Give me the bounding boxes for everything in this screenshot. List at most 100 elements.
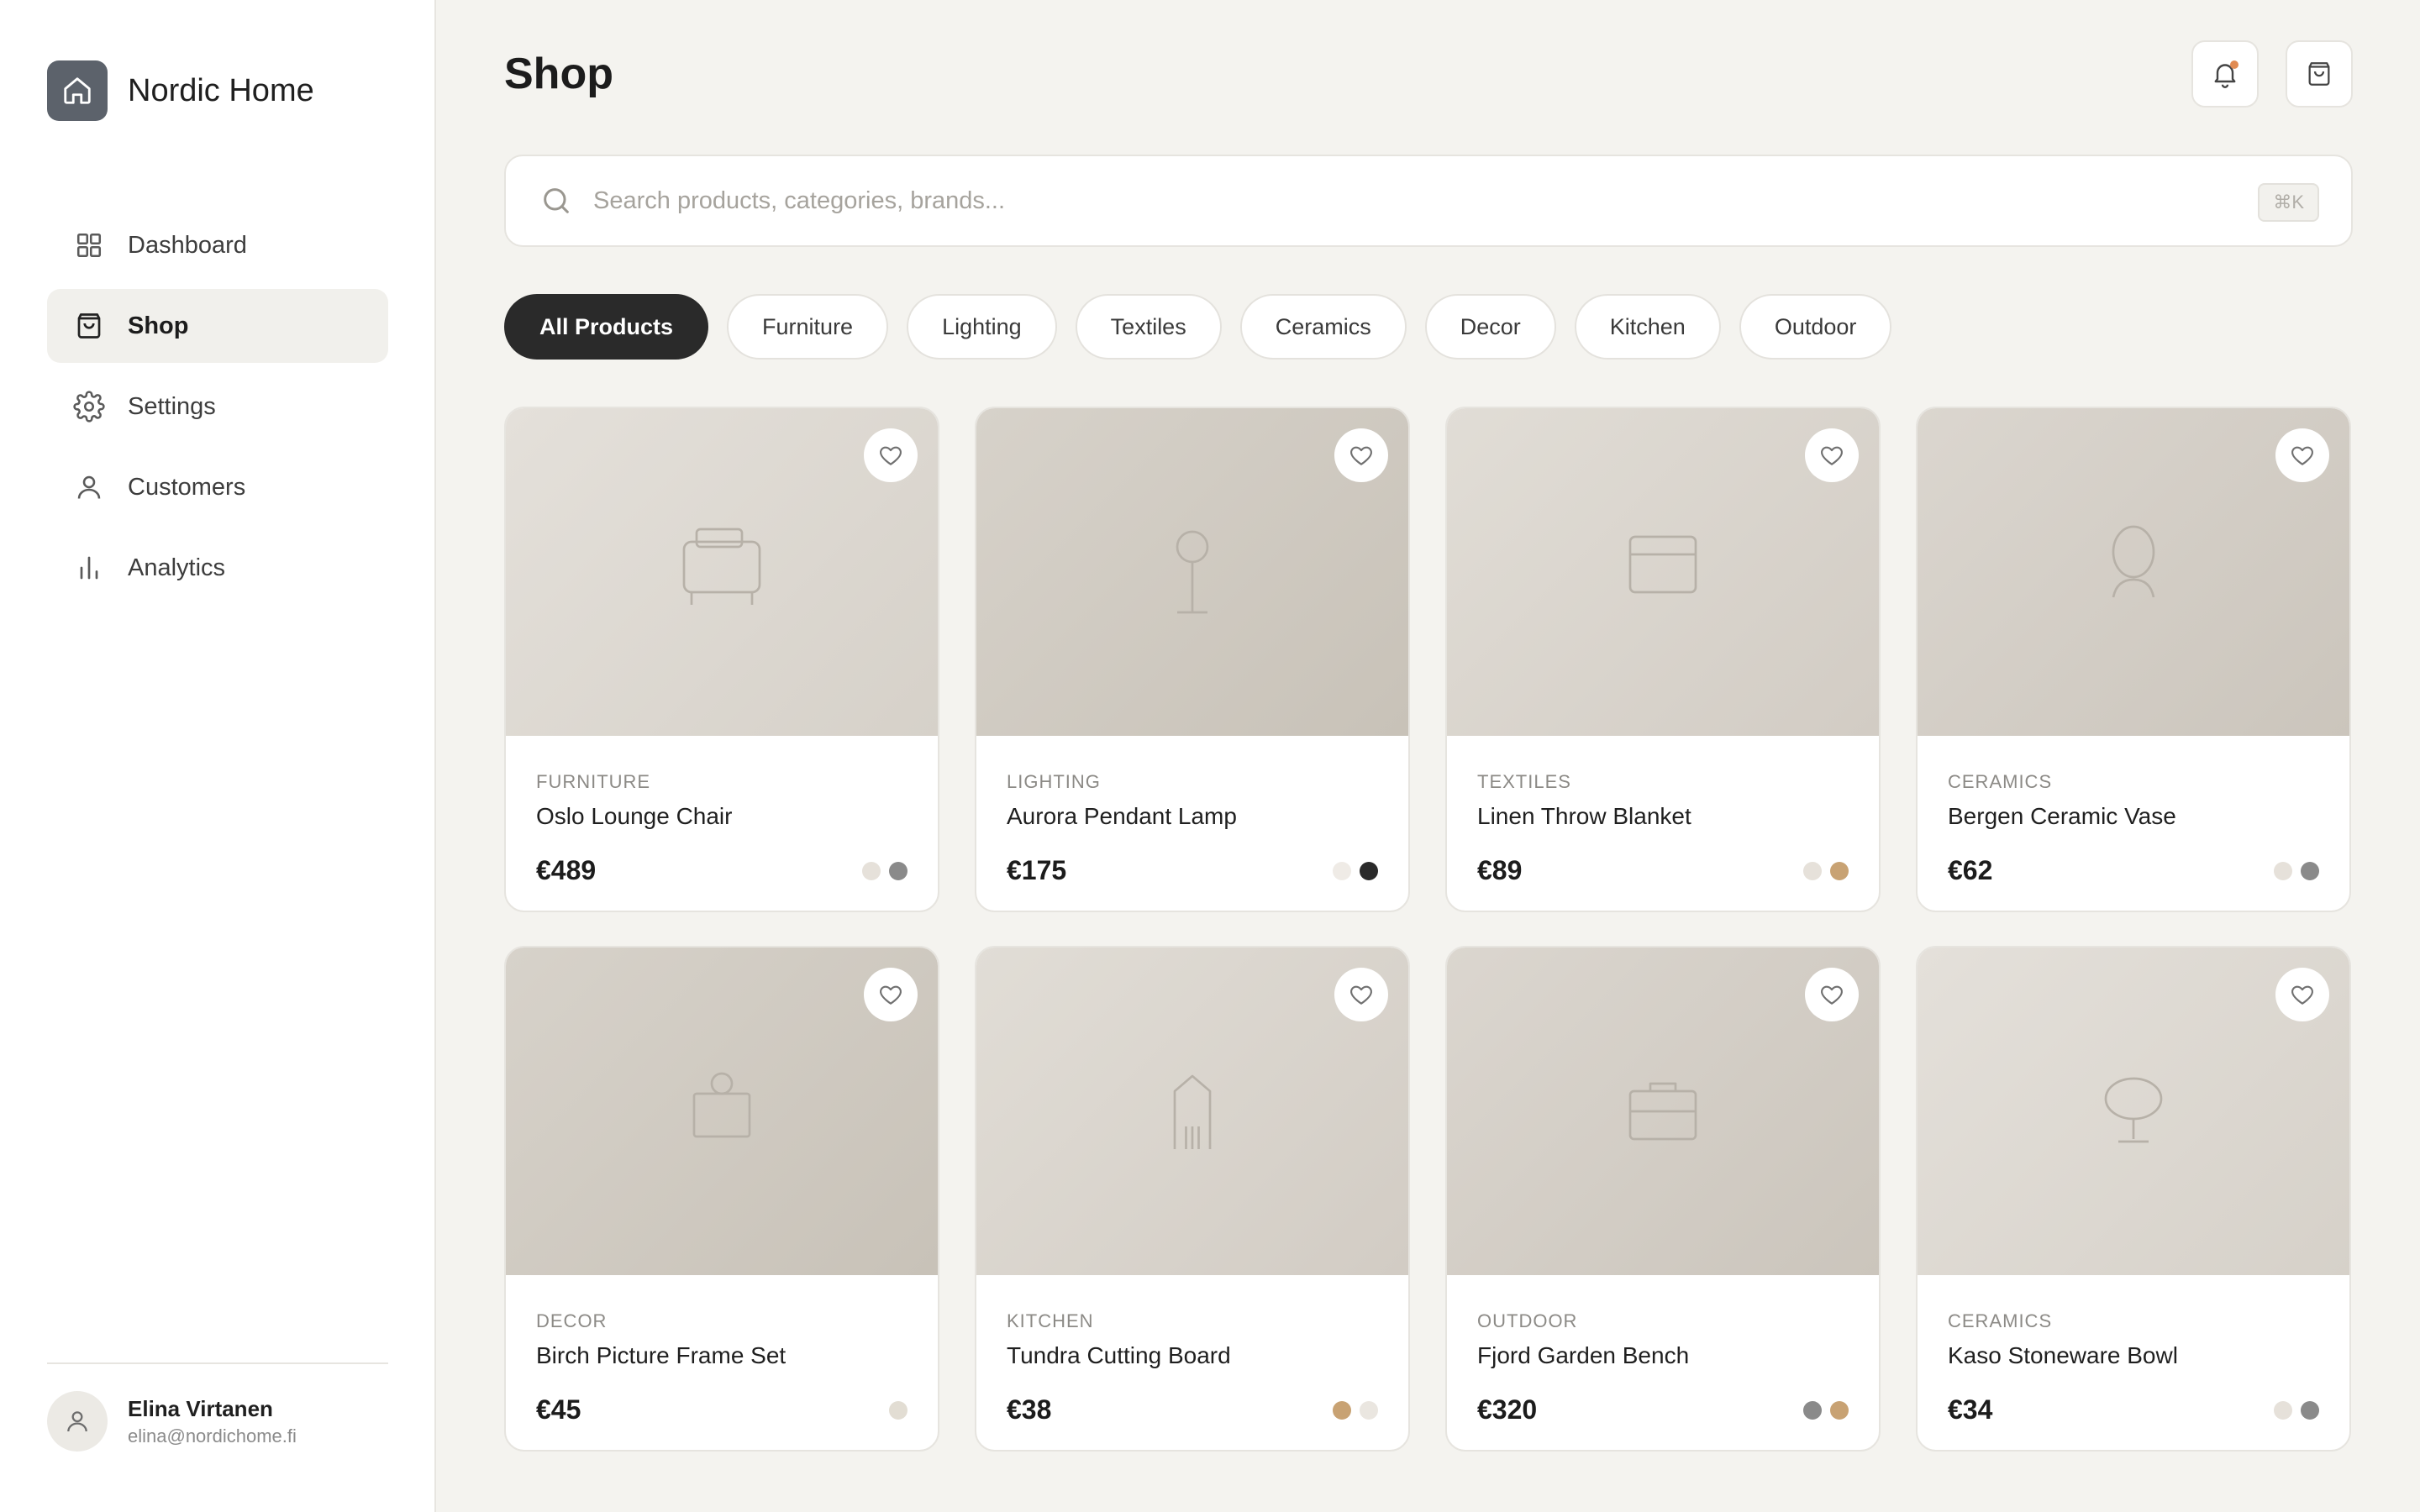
user-email: elina@nordichome.fi xyxy=(128,1425,297,1446)
product-card[interactable]: KITCHEN Tundra Cutting Board €38 xyxy=(975,946,1410,1452)
bench-icon xyxy=(1628,1082,1697,1141)
filter-chip-kitchen[interactable]: Kitchen xyxy=(1574,294,1721,360)
shopping-bag-icon xyxy=(2308,62,2330,86)
user-icon xyxy=(72,470,106,504)
color-swatch[interactable] xyxy=(1830,862,1849,880)
product-image xyxy=(1918,408,2349,736)
favorite-button[interactable] xyxy=(1334,428,1388,482)
product-price: €45 xyxy=(536,1394,581,1425)
sidebar-item-label: Settings xyxy=(128,392,216,420)
color-swatches xyxy=(1795,862,1849,880)
grid-icon xyxy=(72,228,106,262)
gear-icon xyxy=(72,390,106,423)
search-bar[interactable]: ⌘K xyxy=(504,155,2353,247)
sidebar-item-settings[interactable]: Settings xyxy=(47,370,388,444)
favorite-button[interactable] xyxy=(1805,968,1859,1021)
product-name: Tundra Cutting Board xyxy=(1007,1342,1231,1368)
filter-chip-decor[interactable]: Decor xyxy=(1424,294,1556,360)
bar-chart-icon xyxy=(72,551,106,585)
heart-icon xyxy=(1348,442,1375,469)
color-swatches xyxy=(1324,862,1378,880)
product-category: DECOR xyxy=(536,1310,608,1331)
color-swatches xyxy=(2265,1401,2319,1420)
product-category: KITCHEN xyxy=(1007,1310,1094,1331)
product-price: €175 xyxy=(1007,855,1067,885)
favorite-button[interactable] xyxy=(2275,428,2329,482)
favorite-button[interactable] xyxy=(2275,968,2329,1021)
color-swatches xyxy=(1324,1401,1378,1420)
heart-icon xyxy=(877,442,904,469)
notification-dot xyxy=(2230,60,2238,69)
sidebar-item-customers[interactable]: Customers xyxy=(47,450,388,524)
cart-button[interactable] xyxy=(2286,40,2353,108)
color-swatch[interactable] xyxy=(2301,1401,2319,1420)
color-swatch[interactable] xyxy=(1333,1401,1351,1420)
product-price: €38 xyxy=(1007,1394,1052,1425)
search-input[interactable] xyxy=(593,186,2190,215)
product-category: CERAMICS xyxy=(1948,771,2053,792)
filter-chip-all-products[interactable]: All Products xyxy=(504,294,709,360)
product-card[interactable]: OUTDOOR Fjord Garden Bench €320 xyxy=(1445,946,1881,1452)
frame-icon xyxy=(692,1072,751,1138)
filter-chip-textiles[interactable]: Textiles xyxy=(1075,294,1222,360)
color-swatch[interactable] xyxy=(2301,862,2319,880)
cutting-board-icon xyxy=(1173,1074,1212,1149)
color-swatch[interactable] xyxy=(2274,1401,2292,1420)
favorite-button[interactable] xyxy=(1334,968,1388,1021)
color-swatch[interactable] xyxy=(1830,1401,1849,1420)
color-swatch[interactable] xyxy=(862,862,881,880)
sidebar-nav: Dashboard Shop Settings Customers Analyt… xyxy=(47,208,388,612)
product-card[interactable]: TEXTILES Linen Throw Blanket €89 xyxy=(1445,407,1881,912)
filter-chip-furniture[interactable]: Furniture xyxy=(727,294,889,360)
color-swatch[interactable] xyxy=(1360,862,1378,880)
color-swatch[interactable] xyxy=(1803,1401,1822,1420)
product-image xyxy=(1447,948,1879,1275)
color-swatch[interactable] xyxy=(1360,1401,1378,1420)
sidebar-item-label: Analytics xyxy=(128,554,226,581)
product-name: Birch Picture Frame Set xyxy=(536,1342,786,1368)
product-card[interactable]: FURNITURE Oslo Lounge Chair €489 xyxy=(504,407,939,912)
color-swatches xyxy=(881,1401,908,1420)
color-swatches xyxy=(854,862,908,880)
product-card[interactable]: CERAMICS Kaso Stoneware Bowl €34 xyxy=(1916,946,2351,1452)
sidebar-item-shop[interactable]: Shop xyxy=(47,289,388,363)
product-category: TEXTILES xyxy=(1477,771,1571,792)
product-image xyxy=(1918,948,2349,1275)
sidebar-item-label: Dashboard xyxy=(128,231,247,259)
blanket-icon xyxy=(1628,535,1697,594)
product-card[interactable]: CERAMICS Bergen Ceramic Vase €62 xyxy=(1916,407,2351,912)
filter-chip-lighting[interactable]: Lighting xyxy=(907,294,1057,360)
color-swatch[interactable] xyxy=(889,862,908,880)
bowl-icon xyxy=(2104,1077,2163,1143)
product-card[interactable]: LIGHTING Aurora Pendant Lamp €175 xyxy=(975,407,1410,912)
product-image xyxy=(1447,408,1879,736)
product-category: OUTDOOR xyxy=(1477,1310,1578,1331)
product-category: CERAMICS xyxy=(1948,1310,2053,1331)
favorite-button[interactable] xyxy=(1805,428,1859,482)
favorite-button[interactable] xyxy=(864,968,918,1021)
product-card[interactable]: DECOR Birch Picture Frame Set €45 xyxy=(504,946,939,1452)
sidebar-item-dashboard[interactable]: Dashboard xyxy=(47,208,388,282)
color-swatch[interactable] xyxy=(2274,862,2292,880)
brand-name: Nordic Home xyxy=(128,72,314,108)
sidebar-item-label: Shop xyxy=(128,312,189,339)
user-icon xyxy=(67,1411,87,1432)
filter-chip-outdoor[interactable]: Outdoor xyxy=(1739,294,1892,360)
favorite-button[interactable] xyxy=(864,428,918,482)
color-swatch[interactable] xyxy=(1803,862,1822,880)
product-price: €62 xyxy=(1948,855,1993,885)
heart-icon xyxy=(1818,442,1845,469)
vase-icon xyxy=(2112,525,2155,598)
page-title: Shop xyxy=(504,50,613,98)
color-swatch[interactable] xyxy=(889,1401,908,1420)
filter-chip-ceramics[interactable]: Ceramics xyxy=(1239,294,1407,360)
brand[interactable]: Nordic Home xyxy=(47,60,314,121)
color-swatch[interactable] xyxy=(1333,862,1351,880)
sidebar-item-analytics[interactable]: Analytics xyxy=(47,531,388,605)
notifications-button[interactable] xyxy=(2191,40,2259,108)
user-profile[interactable]: Elina Virtanen elina@nordichome.fi xyxy=(47,1391,297,1452)
product-price: €320 xyxy=(1477,1394,1538,1425)
lamp-icon xyxy=(1176,530,1209,614)
filter-chips: All Products Furniture Lighting Textiles Cer… xyxy=(504,294,1910,360)
product-name: Oslo Lounge Chair xyxy=(536,803,733,829)
